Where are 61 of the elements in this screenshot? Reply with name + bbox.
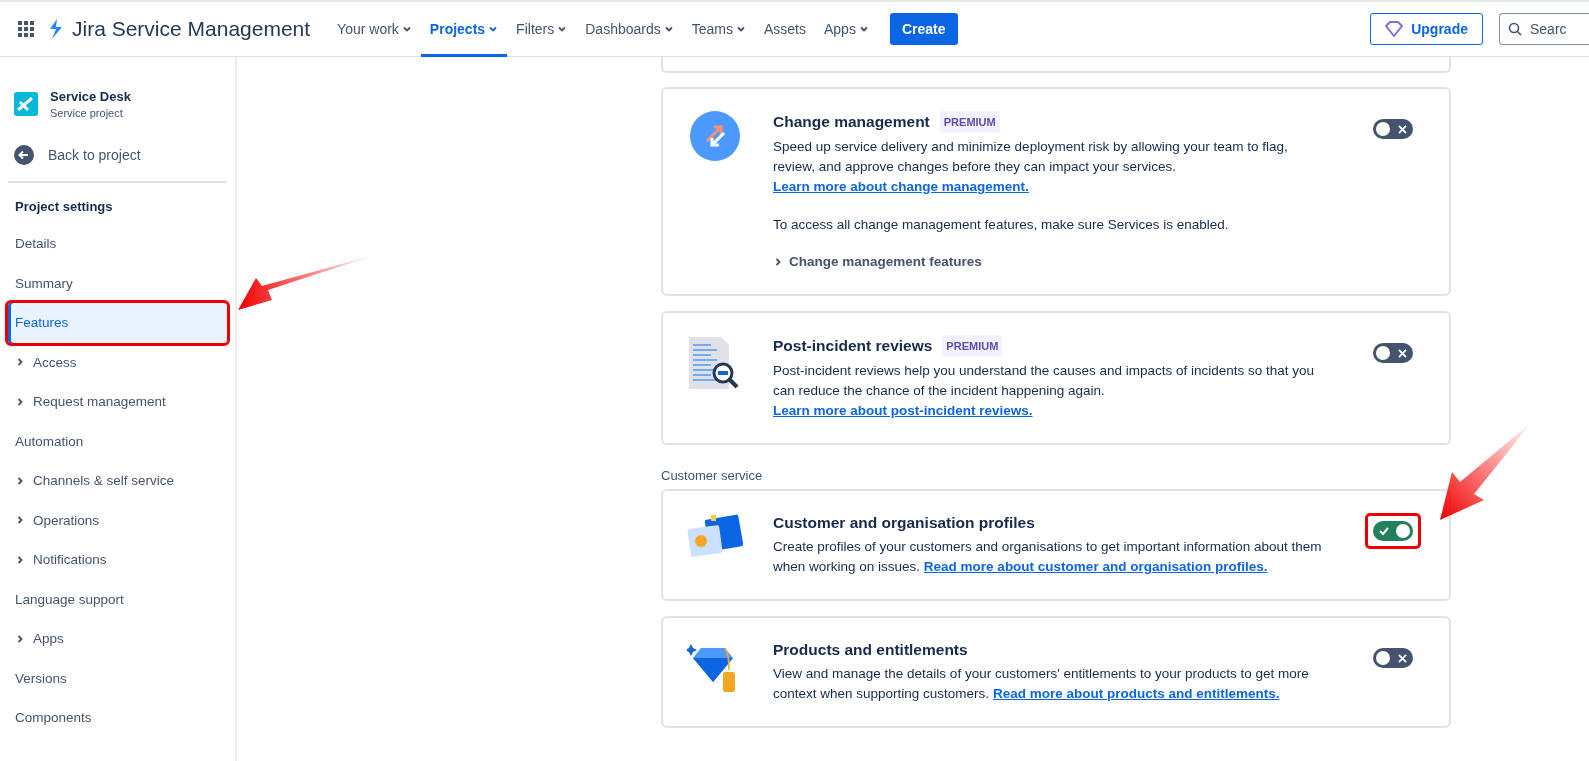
sidebar-item[interactable]: Summary	[8, 263, 227, 303]
sidebar-item[interactable]: Versions	[8, 658, 227, 698]
project-avatar-icon	[14, 92, 38, 116]
project-type: Service project	[50, 107, 124, 119]
sidebar-item[interactable]: Notifications	[8, 540, 227, 580]
nav-tab[interactable]: Teams	[682, 1, 755, 57]
search-icon	[1508, 22, 1522, 36]
feature-title: Customer and organisation profiles	[773, 513, 1035, 533]
upgrade-button[interactable]: Upgrade	[1370, 13, 1483, 45]
feature-toggle[interactable]	[1373, 648, 1413, 668]
lightning-logo-icon	[48, 19, 64, 39]
feature-toggle[interactable]	[1373, 521, 1413, 541]
premium-label: PREMIUM	[939, 111, 1000, 133]
back-to-project-link[interactable]: Back to project	[8, 145, 227, 183]
check-icon	[1379, 526, 1389, 536]
feature-title: Change management	[773, 112, 930, 132]
learn-more-link[interactable]: Learn more about post-incident reviews.	[773, 401, 1033, 421]
feature-title: Products and entitlements	[773, 640, 968, 660]
sidebar-item[interactable]: Components	[8, 698, 227, 738]
premium-label: PREMIUM	[942, 335, 1003, 357]
project-name: Service Desk	[50, 89, 131, 104]
sidebar-item[interactable]: Channels & self service	[8, 461, 227, 501]
close-icon	[1398, 124, 1407, 134]
nav-tab[interactable]: Dashboards	[576, 1, 683, 57]
feature-description: Post-incident reviews help you understand the causes and impacts of incidents so that you can reduce the chance of the incident happening again.	[773, 362, 1316, 400]
app-grid-icon[interactable]	[18, 21, 34, 37]
sidebar-item[interactable]: Access	[8, 342, 227, 382]
sidebar-item[interactable]: Language support	[8, 579, 227, 619]
gem-icon	[1385, 21, 1404, 37]
feature-description: Speed up service delivery and minimize deployment risk by allowing your team to flag, review, and approve changes before they can impact your services.	[773, 138, 1289, 176]
sidebar-item[interactable]: Operations	[8, 500, 227, 540]
nav-tab[interactable]: Assets	[754, 1, 815, 57]
chevron-right-icon	[773, 257, 783, 267]
learn-more-link[interactable]: Read more about customer and organisation profiles.	[923, 559, 1268, 574]
search-field[interactable]: Searc	[1499, 13, 1589, 45]
nav-tab[interactable]: Apps	[815, 1, 878, 57]
product-logo-text[interactable]: Jira Service Management	[72, 17, 311, 41]
create-button[interactable]: Create	[889, 13, 958, 45]
profile-card-illustration	[687, 513, 743, 559]
sidebar-item[interactable]: Request management	[8, 382, 227, 422]
arrows-circle-illustration	[690, 111, 740, 161]
nav-tab[interactable]: Projects	[420, 1, 508, 57]
feature-toggle[interactable]	[1373, 119, 1413, 139]
feature-title: Post-incident reviews	[773, 336, 933, 356]
nav-tab[interactable]: Filters	[507, 1, 577, 57]
feature-description: View and manage the details of your customers' entitlements to your products to get more context when supporting customers. Read more about products and entitlements.	[773, 665, 1310, 703]
close-icon	[1398, 653, 1407, 663]
sidebar-item[interactable]: Details	[8, 224, 227, 264]
sidebar-heading: Project settings	[14, 198, 114, 216]
feature-note: To access all change management features, make sure Services is enabled.	[773, 216, 1230, 234]
feature-toggle[interactable]	[1373, 343, 1413, 363]
close-icon	[1398, 348, 1407, 358]
feature-description: Create profiles of your customers and organisations to get important information about them when working on issues. Read more about customer and organisation profiles.	[773, 538, 1323, 576]
features-expander[interactable]: Change management features	[773, 252, 982, 272]
sidebar-item[interactable]: Apps	[8, 619, 227, 659]
learn-more-link[interactable]: Read more about products and entitlements.	[992, 686, 1280, 701]
section-heading: Customer service	[661, 468, 764, 483]
learn-more-link[interactable]: Learn more about change management.	[773, 177, 1029, 197]
sidebar-item[interactable]: Automation	[8, 421, 227, 461]
nav-tab[interactable]: Your work	[328, 1, 421, 57]
sidebar-item[interactable]: Features	[8, 303, 227, 343]
